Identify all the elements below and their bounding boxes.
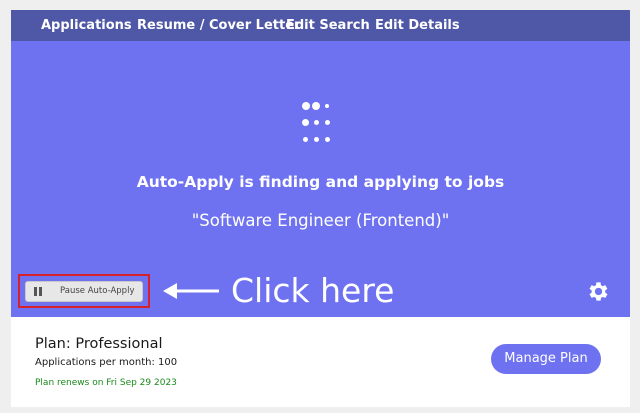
left-arrow-icon — [163, 283, 219, 299]
plan-renewal-date: Plan renews on Fri Sep 29 2023 — [35, 378, 177, 388]
nav-item-applications[interactable]: Applications — [41, 18, 132, 33]
top-nav: Applications Resume / Cover Letter Edit … — [11, 10, 630, 41]
pause-auto-apply-button[interactable]: Pause Auto-Apply — [25, 281, 143, 302]
pause-icon — [34, 287, 43, 296]
plan-title: Plan: Professional — [35, 336, 163, 352]
nav-item-edit-details[interactable]: Edit Details — [375, 18, 460, 33]
auto-apply-status: Auto-Apply is finding and applying to jo… — [136, 173, 505, 191]
applications-per-month: Applications per month: 100 — [35, 357, 178, 368]
nav-item-edit-search[interactable]: Edit Search — [286, 18, 370, 33]
pause-button-label: Pause Auto-Apply — [60, 286, 135, 296]
nav-item-resume-cover-letter[interactable]: Resume / Cover Letter — [137, 18, 300, 33]
manage-plan-button[interactable]: Manage Plan — [491, 344, 601, 374]
search-query: "Software Engineer (Frontend)" — [191, 211, 450, 230]
loading-dots-icon — [301, 98, 341, 146]
click-here-annotation: Click here — [231, 271, 395, 310]
gear-icon[interactable] — [586, 279, 611, 304]
auto-apply-hero: Auto-Apply is finding and applying to jo… — [11, 41, 630, 317]
app-frame: Applications Resume / Cover Letter Edit … — [11, 10, 630, 407]
